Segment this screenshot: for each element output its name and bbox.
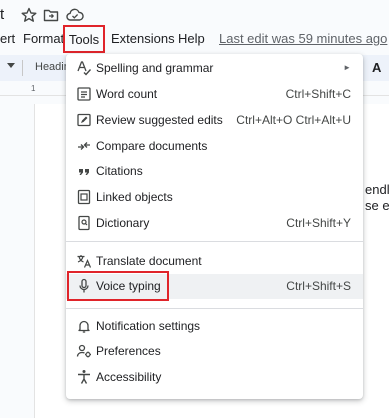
- menu-item-dictionary[interactable]: Dictionary Ctrl+Shift+Y: [66, 211, 363, 235]
- star-icon[interactable]: [20, 6, 38, 24]
- menu-item-accessibility[interactable]: Accessibility: [66, 365, 363, 389]
- ruler-mark: 1: [31, 84, 36, 93]
- bell-icon: [76, 318, 92, 334]
- menu-item-label: Notification settings: [96, 319, 201, 333]
- accessibility-icon: [76, 369, 92, 385]
- menu-item-notification-settings[interactable]: Notification settings: [66, 314, 363, 338]
- translate-icon: [76, 253, 92, 269]
- cloud-saved-icon[interactable]: [66, 6, 84, 24]
- review-edits-icon: [76, 112, 92, 128]
- menu-item-label: Linked objects: [96, 190, 173, 204]
- menubar: ert Format Tools Extensions Help Last ed…: [0, 25, 389, 53]
- menu-tools-label: Tools: [68, 31, 100, 47]
- menu-item-preferences[interactable]: Preferences: [66, 339, 363, 363]
- submenu-arrow-icon: ►: [343, 63, 351, 72]
- menu-divider: [66, 241, 363, 242]
- menu-item-label: Preferences: [96, 344, 161, 358]
- menu-format[interactable]: Format: [23, 31, 64, 46]
- voice-typing-highlight-box: [67, 271, 169, 301]
- tools-dropdown-menu: Spelling and grammar ► Word count Ctrl+S…: [66, 54, 363, 399]
- menu-help[interactable]: Help: [178, 31, 205, 46]
- menu-item-spelling-grammar[interactable]: Spelling and grammar ►: [66, 56, 363, 80]
- document-text-fragment: endl: [365, 182, 389, 197]
- menu-item-compare-documents[interactable]: Compare documents: [66, 134, 363, 158]
- dictionary-icon: [76, 215, 92, 231]
- text-color-button[interactable]: A: [372, 60, 381, 75]
- menu-item-label: Compare documents: [96, 139, 208, 153]
- menu-item-label: Accessibility: [96, 370, 162, 384]
- menu-extensions[interactable]: Extensions: [111, 31, 175, 46]
- menu-item-linked-objects[interactable]: Linked objects: [66, 185, 363, 209]
- menu-item-shortcut: Ctrl+Shift+S: [286, 279, 351, 293]
- doc-title-fragment[interactable]: t: [0, 6, 4, 23]
- menu-item-citations[interactable]: Citations: [66, 159, 363, 183]
- menu-item-shortcut: Ctrl+Shift+C: [285, 87, 351, 101]
- menu-item-label: Word count: [96, 87, 158, 101]
- spellcheck-icon: [76, 60, 92, 76]
- toolbar-divider: [22, 60, 23, 76]
- last-edit-link[interactable]: Last edit was 59 minutes ago: [219, 31, 387, 46]
- word-count-icon: [76, 86, 92, 102]
- menu-tools[interactable]: Tools: [63, 25, 105, 53]
- title-row: t: [0, 0, 389, 30]
- menu-item-label: Spelling and grammar: [96, 61, 214, 75]
- menu-item-word-count[interactable]: Word count Ctrl+Shift+C: [66, 82, 363, 106]
- menu-insert[interactable]: ert: [0, 31, 15, 46]
- linked-objects-icon: [76, 189, 92, 205]
- menu-item-label: Review suggested edits: [96, 113, 223, 127]
- menu-item-shortcut: Ctrl+Shift+Y: [286, 216, 351, 230]
- zoom-dropdown-caret-icon[interactable]: [7, 63, 15, 69]
- menu-item-label: Citations: [96, 164, 143, 178]
- move-folder-icon[interactable]: [42, 6, 60, 24]
- paragraph-style-select[interactable]: Headin: [35, 61, 70, 73]
- menu-item-review-suggested-edits[interactable]: Review suggested edits Ctrl+Alt+O Ctrl+A…: [66, 108, 363, 132]
- compare-icon: [76, 138, 92, 154]
- menu-item-translate-document[interactable]: Translate document: [66, 249, 363, 273]
- menu-item-label: Translate document: [96, 254, 202, 268]
- menu-item-label: Dictionary: [96, 216, 150, 230]
- menu-item-shortcut: Ctrl+Alt+O Ctrl+Alt+U: [236, 113, 351, 127]
- quote-icon: [76, 163, 92, 179]
- menu-divider: [66, 308, 363, 309]
- preferences-icon: [76, 343, 92, 359]
- document-text-fragment: se era: [365, 198, 389, 213]
